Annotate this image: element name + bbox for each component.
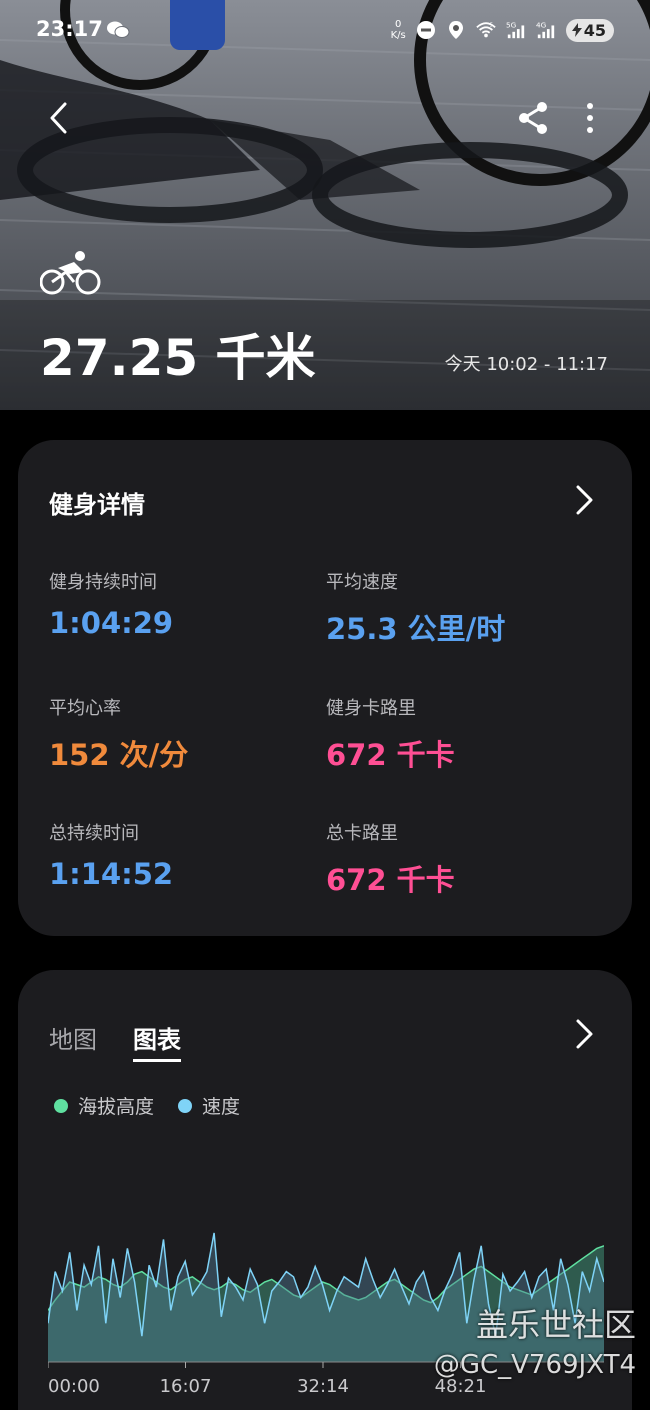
watermark-community: 盖乐世社区 xyxy=(475,1306,636,1344)
metric-total-duration: 总持续时间 1:14:52 xyxy=(49,823,174,891)
back-arrow-icon[interactable] xyxy=(42,100,78,136)
metric-workout-duration: 健身持续时间 1:04:29 xyxy=(49,572,174,640)
location-icon xyxy=(448,21,463,39)
legend-altitude-dot xyxy=(54,1098,68,1113)
status-bar: 23:17 0 K/s 5 5G 4G 45 xyxy=(0,0,650,60)
legend-altitude-label: 海拔高度 xyxy=(78,1096,155,1118)
tab-chart[interactable]: 图表 xyxy=(133,1020,181,1062)
signal-4g-icon: 4G xyxy=(536,20,554,39)
x-tick-label: 32:14 xyxy=(297,1376,349,1397)
do-not-disturb-icon xyxy=(416,21,435,39)
metric-workout-calories: 健身卡路里 672 千卡 xyxy=(326,698,455,772)
watermark-user: @GC_V769JXT4 xyxy=(433,1350,636,1380)
workout-distance: 27.25 千米 xyxy=(40,329,316,387)
svg-text:5G: 5G xyxy=(506,20,517,29)
chevron-right-icon[interactable] xyxy=(572,1018,596,1050)
chevron-right-icon[interactable] xyxy=(572,484,596,516)
legend-speed-label: 速度 xyxy=(202,1096,241,1118)
wechat-icon xyxy=(107,21,130,38)
battery-indicator: 45 xyxy=(565,18,614,42)
metric-average-heart-rate: 平均心率 152 次/分 xyxy=(49,698,189,772)
metric-average-speed: 平均速度 25.3 公里/时 xyxy=(326,572,506,646)
workout-hero-image: 23:17 0 K/s 5 5G 4G 45 27.25 千米 今天 10:02… xyxy=(0,0,650,410)
network-speed: 0 K/s xyxy=(390,19,406,41)
workout-date-range: 今天 10:02 - 11:17 xyxy=(444,354,608,375)
legend-speed-dot xyxy=(178,1098,193,1113)
wifi-icon: 5 xyxy=(476,22,496,38)
svg-text:5: 5 xyxy=(489,22,492,28)
details-title: 健身详情 xyxy=(49,491,145,519)
cycling-icon xyxy=(40,251,101,295)
x-tick-label: 16:07 xyxy=(160,1376,212,1397)
more-options-icon[interactable] xyxy=(572,100,608,136)
metric-total-calories: 总卡路里 672 千卡 xyxy=(326,823,455,897)
signal-5g-icon: 5G xyxy=(506,20,524,39)
svg-text:4G: 4G xyxy=(536,20,547,29)
charging-bolt-icon xyxy=(571,23,582,37)
x-tick-label: 00:00 xyxy=(48,1376,100,1397)
share-icon[interactable] xyxy=(516,100,552,136)
workout-details-card[interactable]: 健身详情 健身持续时间 1:04:29 平均速度 25.3 公里/时 平均心率 … xyxy=(18,440,632,936)
map-chart-tabs: 地图 图表 xyxy=(49,1020,181,1062)
chart-legend: 海拔高度 速度 xyxy=(54,1092,240,1119)
tab-map[interactable]: 地图 xyxy=(49,1020,97,1062)
clock: 23:17 xyxy=(36,17,103,41)
